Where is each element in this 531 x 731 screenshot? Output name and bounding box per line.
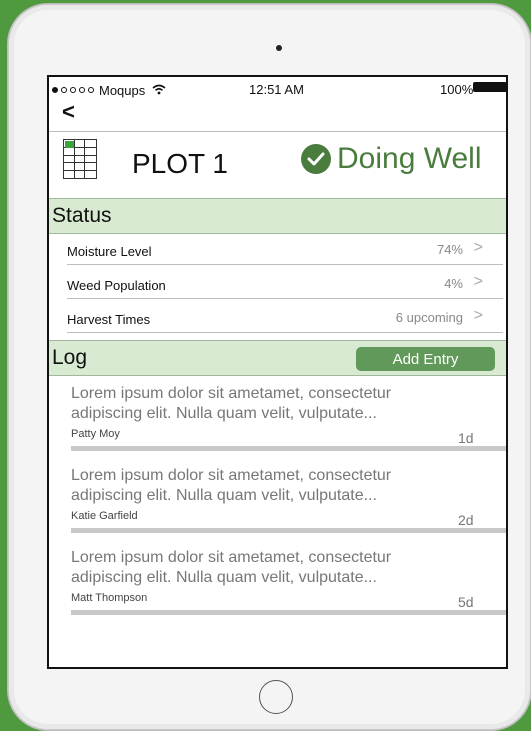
log-section-header: Log Add Entry [49,340,506,376]
log-text: Lorem ipsum dolor sit ametamet, consecte… [71,549,392,586]
status-row-weeds[interactable]: Weed Population 4% > [67,264,503,299]
log-age: 1d [458,430,474,446]
section-title: Log [52,346,88,369]
signal-dot-icon [70,87,76,93]
log-entry[interactable]: Lorem ipsum dolor sit ametamet, consecte… [71,466,506,546]
add-entry-button[interactable]: Add Entry [356,347,495,371]
plot-grid-active-cell [65,141,74,148]
section-title: Status [52,204,112,227]
health-label: Doing Well [337,142,482,175]
status-row-harvest[interactable]: Harvest Times 6 upcoming > [67,298,503,333]
divider [71,446,506,451]
log-author: Katie Garfield [71,510,138,522]
health-status: Doing Well [301,142,482,176]
status-section-header: Status [49,198,506,234]
divider [71,528,506,533]
chevron-right-icon: > [473,239,483,256]
log-entry[interactable]: Lorem ipsum dolor sit ametamet, consecte… [71,384,506,464]
log-author: Patty Moy [71,428,120,440]
plot-header: PLOT 1 Doing Well [49,132,506,198]
signal-dot-icon [61,87,67,93]
log-text: Lorem ipsum dolor sit ametamet, consecte… [71,467,392,504]
camera-dot [276,45,282,51]
row-value: 74% [436,242,463,257]
status-bar: Moqups 12:51 AM 100% [49,77,506,99]
chevron-left-icon: < [62,99,75,124]
signal-dot-icon [79,87,85,93]
check-circle-icon [301,144,331,174]
row-label: Moisture Level [67,244,152,259]
page-title: PLOT 1 [132,148,228,179]
log-age: 5d [458,594,474,610]
clock: 12:51 AM [249,82,304,97]
battery-percent: 100% [440,82,474,97]
back-button[interactable]: < [62,101,75,123]
chevron-right-icon: > [473,307,483,324]
log-entry[interactable]: Lorem ipsum dolor sit ametamet, consecte… [71,548,506,628]
plot-grid-icon [63,139,97,179]
status-row-moisture[interactable]: Moisture Level 74% > [67,230,503,265]
wifi-icon [152,82,166,98]
log-author: Matt Thompson [71,592,148,604]
log-age: 2d [458,512,474,528]
home-button[interactable] [259,680,293,714]
row-label: Weed Population [67,278,166,293]
screen: Moqups 12:51 AM 100% < PLOT 1 Doing Well… [47,75,508,669]
battery-icon [473,82,506,92]
row-label: Harvest Times [67,312,151,327]
log-text: Lorem ipsum dolor sit ametamet, consecte… [71,385,392,422]
carrier-name: Moqups [99,82,146,98]
tablet-frame: Moqups 12:51 AM 100% < PLOT 1 Doing Well… [8,4,531,730]
signal-carrier: Moqups [52,82,166,98]
row-value: 4% [444,276,463,291]
signal-dot-icon [52,87,58,93]
row-value: 6 upcoming [395,310,463,325]
divider [71,610,506,615]
chevron-right-icon: > [473,273,483,290]
signal-dot-icon [88,87,94,93]
